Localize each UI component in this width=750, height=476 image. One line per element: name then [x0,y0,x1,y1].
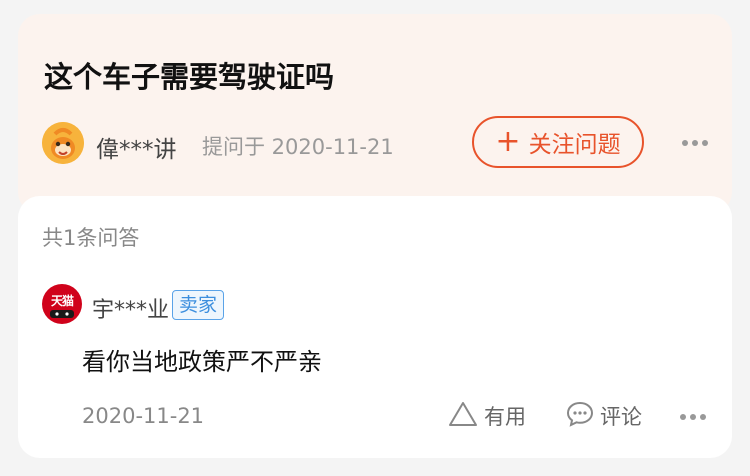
answer-more-dots-icon[interactable] [680,414,710,422]
follow-question-label: 关注问题 [528,132,621,158]
cartoon-avatar-icon [42,122,84,164]
answer-count: 共1条问答 [42,226,140,250]
plus-icon: + [495,124,521,159]
more-dots-icon[interactable] [682,140,712,148]
comment-button[interactable]: 评论 [566,400,642,432]
comment-label: 评论 [600,405,642,429]
triangle-up-icon [448,401,478,432]
answer-card: 共1条问答 天猫 宇***业 卖家 看你当地政策严不严亲 2020-11-21 … [18,196,732,458]
seller-badge: 卖家 [172,290,225,320]
asker-name[interactable]: 偉***讲 [96,130,177,164]
asked-date: 提问于 2020-11-21 [202,135,394,159]
follow-question-button[interactable]: + 关注问题 [472,116,644,168]
seller-avatar[interactable]: 天猫 [42,284,82,324]
question-card: 这个车子需要驾驶证吗 偉***讲 提问于 2020-11-21 + 关注问题 [18,14,732,214]
asker-row: 偉***讲 提问于 2020-11-21 + 关注问题 [42,116,712,168]
answer-text: 看你当地政策严不严亲 [82,348,322,376]
comment-bubble-icon [566,400,594,433]
asker-avatar[interactable] [42,122,84,164]
useful-label: 有用 [484,405,526,429]
question-title: 这个车子需要驾驶证吗 [44,60,335,94]
useful-button[interactable]: 有用 [448,400,526,432]
tmall-cat-icon [50,310,74,318]
answer-date: 2020-11-21 [82,404,205,428]
answerer-name[interactable]: 宇***业 [92,292,169,324]
